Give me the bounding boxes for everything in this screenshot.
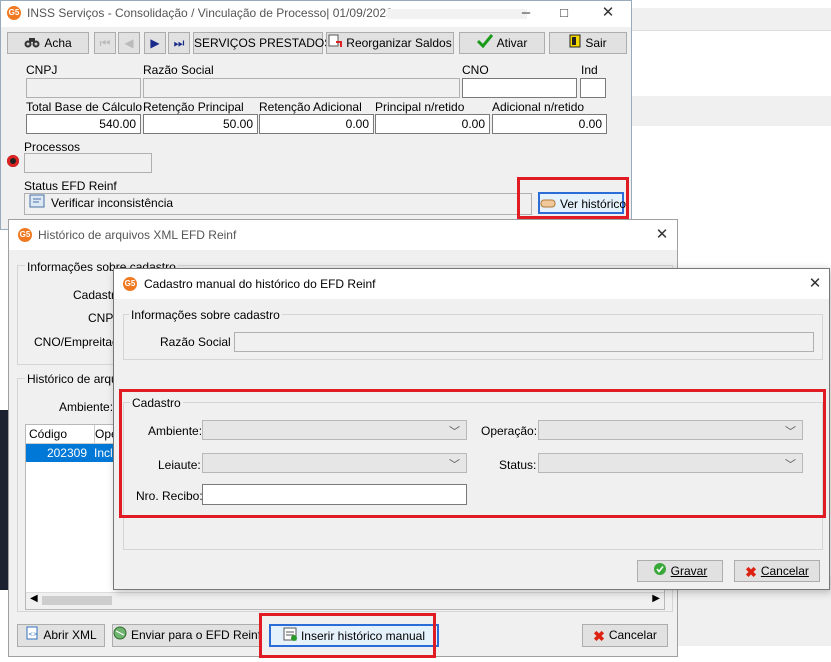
- horizontal-scrollbar[interactable]: ◀ ▶: [26, 592, 664, 609]
- inserir-historico-highlight: [259, 613, 436, 658]
- exit-door-icon: [569, 34, 581, 54]
- razao-social-label: Razão Social: [143, 63, 214, 77]
- sair-label: Sair: [585, 36, 607, 50]
- abrir-xml-label: Abrir XML: [43, 628, 97, 642]
- checkmark-icon: [476, 33, 493, 54]
- background-window-strip: [632, 8, 831, 31]
- servicos-prestados-button[interactable]: SERVIÇOS PRESTADOS: [193, 32, 332, 54]
- razao-social-field[interactable]: [143, 78, 460, 98]
- maximize-button[interactable]: □: [547, 3, 581, 23]
- cadastro-razao-label: Razão Social: [160, 335, 231, 349]
- principal-nao-retido-label: Principal n/retido: [375, 100, 465, 114]
- first-record-button[interactable]: ⏮: [94, 32, 116, 54]
- adicional-nao-retido-field[interactable]: 0.00: [492, 114, 607, 134]
- cadastro-info-label: Informações sobre cadastro: [129, 308, 282, 322]
- historico-cancelar-button[interactable]: ✖ Cancelar: [582, 624, 668, 647]
- svg-text:<>: <>: [28, 631, 38, 638]
- reorganize-icon: [328, 34, 343, 54]
- enviar-efd-label: Enviar para o EFD Reinf: [131, 628, 262, 642]
- close-button[interactable]: ✕: [591, 3, 625, 23]
- cadastro-group-highlight: [119, 389, 826, 518]
- scroll-left-icon[interactable]: ◀: [30, 593, 38, 604]
- scroll-thumb[interactable]: [42, 596, 112, 605]
- historico-cancelar-label: Cancelar: [608, 628, 657, 642]
- send-globe-icon: [113, 626, 127, 646]
- reorganizar-label: Reorganizar Saldos: [346, 36, 452, 50]
- abrir-xml-button[interactable]: <> Abrir XML: [17, 624, 105, 647]
- table-row[interactable]: 202309 Inclu: [26, 444, 122, 462]
- save-check-icon: [653, 562, 667, 582]
- enviar-efd-button[interactable]: Enviar para o EFD Reinf: [112, 624, 262, 647]
- record-indicator-icon: [7, 155, 19, 167]
- redacted-title-block: [387, 9, 527, 19]
- acha-button[interactable]: Acha: [7, 32, 89, 54]
- principal-nao-retido-field[interactable]: 0.00: [375, 114, 490, 134]
- historico-window-title: Histórico de arquivos XML EFD Reinf: [38, 228, 237, 242]
- acha-label: Acha: [44, 36, 72, 50]
- gravar-label: Gravar: [670, 564, 708, 578]
- reorganizar-saldos-button[interactable]: Reorganizar Saldos: [326, 32, 454, 54]
- status-efd-label: Status EFD Reinf: [24, 179, 117, 193]
- sair-button[interactable]: Sair: [549, 32, 627, 54]
- retencao-principal-label: Retenção Principal: [143, 100, 244, 114]
- historico-titlebar: G5 Histórico de arquivos XML EFD Reinf ✕: [9, 220, 677, 250]
- cadastro-razao-field: [234, 332, 814, 352]
- gravar-button[interactable]: Gravar: [637, 560, 723, 582]
- retencao-adicional-label: Retenção Adicional: [259, 100, 362, 114]
- status-efd-text: Verificar inconsistência: [51, 196, 174, 210]
- historico-ambiente-label: Ambiente:: [59, 400, 114, 414]
- total-base-label: Total Base de Cálculo: [26, 100, 143, 114]
- table-cell-codigo: 202309: [46, 446, 87, 460]
- binoculars-icon: [24, 34, 40, 54]
- historico-close-button[interactable]: ✕: [645, 225, 679, 245]
- main-window-title: INSS Serviços - Consolidação / Vinculaçã…: [27, 6, 393, 20]
- ind-field[interactable]: [580, 78, 606, 98]
- adicional-nao-retido-label: Adicional n/retido: [492, 100, 585, 114]
- cadastro-titlebar: G5 Cadastro manual do histórico do EFD R…: [114, 269, 829, 299]
- status-document-icon: [29, 194, 45, 213]
- cancel-x-icon: ✖: [593, 627, 605, 644]
- historico-cno-label: CNO/Empreitada: [34, 335, 126, 349]
- previous-record-button[interactable]: ◀: [118, 32, 140, 54]
- cancel-x-icon: ✖: [745, 563, 757, 580]
- processos-field[interactable]: [24, 153, 152, 173]
- app-logo-icon: G5: [7, 6, 21, 20]
- retencao-adicional-field[interactable]: 0.00: [259, 114, 374, 134]
- cno-field[interactable]: [462, 78, 577, 98]
- ativar-button[interactable]: Ativar: [459, 32, 545, 54]
- status-efd-field: Verificar inconsistência: [24, 193, 532, 215]
- cadastro-logo-icon: G5: [123, 277, 137, 291]
- cadastro-close-button[interactable]: ✕: [798, 274, 831, 294]
- table-header-codigo[interactable]: Código: [26, 425, 95, 444]
- processos-label: Processos: [24, 140, 81, 154]
- background-panel: [632, 96, 831, 126]
- cnpj-field[interactable]: [26, 78, 141, 98]
- cno-label: CNO: [462, 63, 489, 77]
- minimize-button[interactable]: –: [509, 3, 543, 23]
- xml-file-icon: <>: [25, 626, 39, 646]
- ver-historico-highlight: [517, 177, 629, 219]
- scroll-right-icon[interactable]: ▶: [652, 593, 660, 604]
- historico-logo-icon: G5: [18, 228, 32, 242]
- retencao-principal-field[interactable]: 50.00: [143, 114, 258, 134]
- total-base-field[interactable]: 540.00: [26, 114, 141, 134]
- cadastro-cancelar-button[interactable]: ✖ Cancelar: [734, 560, 820, 582]
- cadastro-cancelar-label: Cancelar: [760, 564, 809, 578]
- ind-label: Ind: [581, 63, 598, 77]
- cnpj-label: CNPJ: [26, 63, 58, 77]
- next-record-button[interactable]: ▶: [144, 32, 166, 54]
- last-record-button[interactable]: ⏭: [168, 32, 190, 54]
- ativar-label: Ativar: [496, 36, 528, 50]
- main-titlebar: G5 INSS Serviços - Consolidação / Vincul…: [1, 1, 631, 27]
- cadastro-window-title: Cadastro manual do histórico do EFD Rein…: [144, 277, 376, 291]
